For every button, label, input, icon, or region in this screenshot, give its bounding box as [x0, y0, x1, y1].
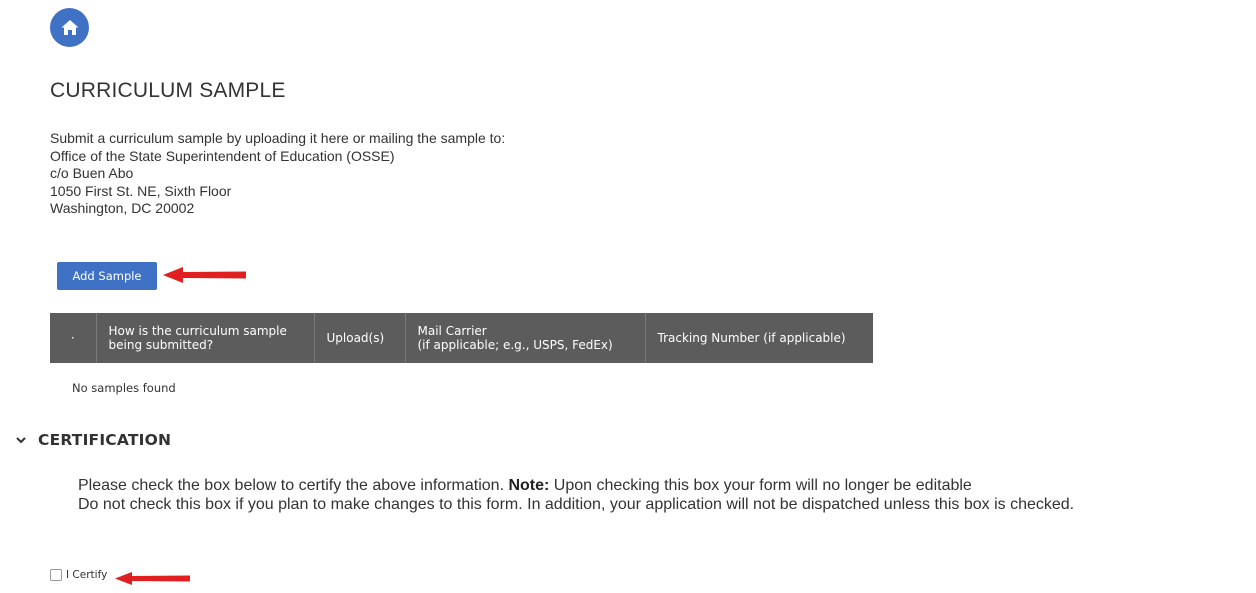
address-line-attn: c/o Buen Abo [50, 165, 134, 181]
column-header-line: Tracking Number (if applicable) [657, 331, 846, 345]
certify-label[interactable]: I Certify [66, 569, 107, 581]
certification-text: Please check the box below to certify th… [78, 477, 1178, 514]
address-line-org: Office of the State Superintendent of Ed… [50, 147, 395, 164]
certification-line-2: Do not check this box if you plan to mak… [78, 495, 1075, 513]
address-line-street: 1050 First St. NE, Sixth Floor [50, 182, 232, 199]
intro-line: Submit a curriculum sample by uploading … [50, 130, 506, 146]
home-button[interactable] [50, 8, 89, 47]
column-header-submission-method[interactable]: How is the curriculum sample being submi… [95, 313, 314, 363]
add-sample-button[interactable]: Add Sample [57, 262, 157, 290]
column-header-line: (if applicable; e.g., USPS, FedEx) [417, 338, 613, 352]
arrow-annotation-icon [115, 572, 190, 585]
certification-section-toggle[interactable]: CERTIFICATION [15, 431, 171, 449]
intro-address-block: Submit a curriculum sample by uploading … [50, 130, 505, 218]
certification-line-1: Please check the box below to certify th… [78, 477, 972, 494]
home-icon [61, 19, 78, 35]
section-title: CERTIFICATION [38, 431, 172, 449]
table-header-row: · How is the curriculum sample being sub… [50, 313, 873, 363]
column-header-line: being submitted? [108, 338, 214, 352]
empty-samples-message: No samples found [72, 381, 176, 395]
column-header-mail-carrier[interactable]: Mail Carrier (if applicable; e.g., USPS,… [404, 313, 645, 363]
column-header-tracking-number[interactable]: Tracking Number (if applicable) [644, 313, 873, 363]
column-header-select: · [70, 331, 75, 345]
chevron-down-icon [16, 437, 26, 444]
page-title: CURRICULUM SAMPLE [50, 79, 286, 102]
column-header-line: Mail Carrier [417, 324, 487, 338]
arrow-annotation-icon [163, 267, 246, 283]
certify-checkbox-row[interactable]: I Certify [50, 569, 107, 581]
address-line-city: Washington, DC 20002 [50, 200, 195, 216]
certify-checkbox[interactable] [50, 569, 62, 581]
samples-table: · How is the curriculum sample being sub… [50, 313, 873, 363]
column-header-line: How is the curriculum sample [108, 324, 287, 338]
column-header-uploads[interactable]: Upload(s) [313, 313, 405, 363]
note-label: Note: [508, 477, 550, 494]
column-header-line: Upload(s) [326, 331, 385, 345]
